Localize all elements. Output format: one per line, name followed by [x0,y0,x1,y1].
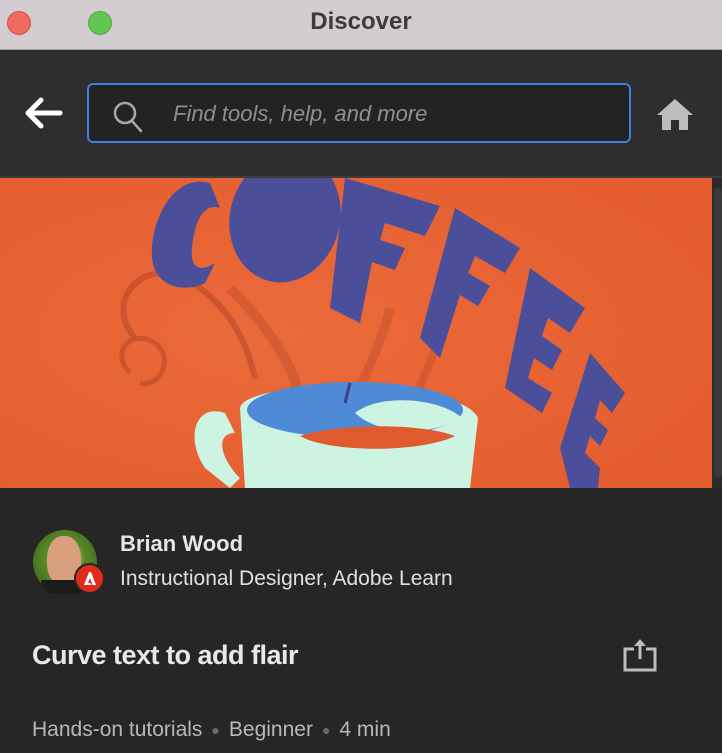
meta-level: Beginner [228,718,313,741]
home-button[interactable] [654,97,696,133]
tutorial-meta: Hands-on tutorials ● Beginner ● 4 min [32,718,391,742]
meta-separator: ● [321,722,331,739]
adobe-badge [74,563,105,594]
author-role: Instructional Designer, Adobe Learn [120,567,453,590]
vertical-scrollbar[interactable] [712,178,722,488]
coffee-illustration [0,178,712,488]
adobe-logo-icon [84,572,96,585]
meta-duration: 4 min [339,718,391,741]
tutorial-title: Curve text to add flair [32,640,299,670]
window-titlebar: Discover [0,0,722,50]
search-icon [113,101,143,133]
back-button[interactable] [22,96,66,130]
meta-category: Hands-on tutorials [32,718,203,741]
share-button[interactable] [622,637,658,673]
home-icon [657,99,693,130]
search-input[interactable] [171,85,615,143]
window-title: Discover [310,8,412,35]
scrollbar-thumb[interactable] [714,188,722,478]
meta-separator: ● [211,722,220,739]
hero-image [0,178,712,488]
author-name[interactable]: Brian Wood [120,531,243,557]
share-icon [623,639,657,672]
arrow-left-icon [25,97,63,129]
search-field[interactable] [87,83,631,143]
toolbar [0,50,722,178]
